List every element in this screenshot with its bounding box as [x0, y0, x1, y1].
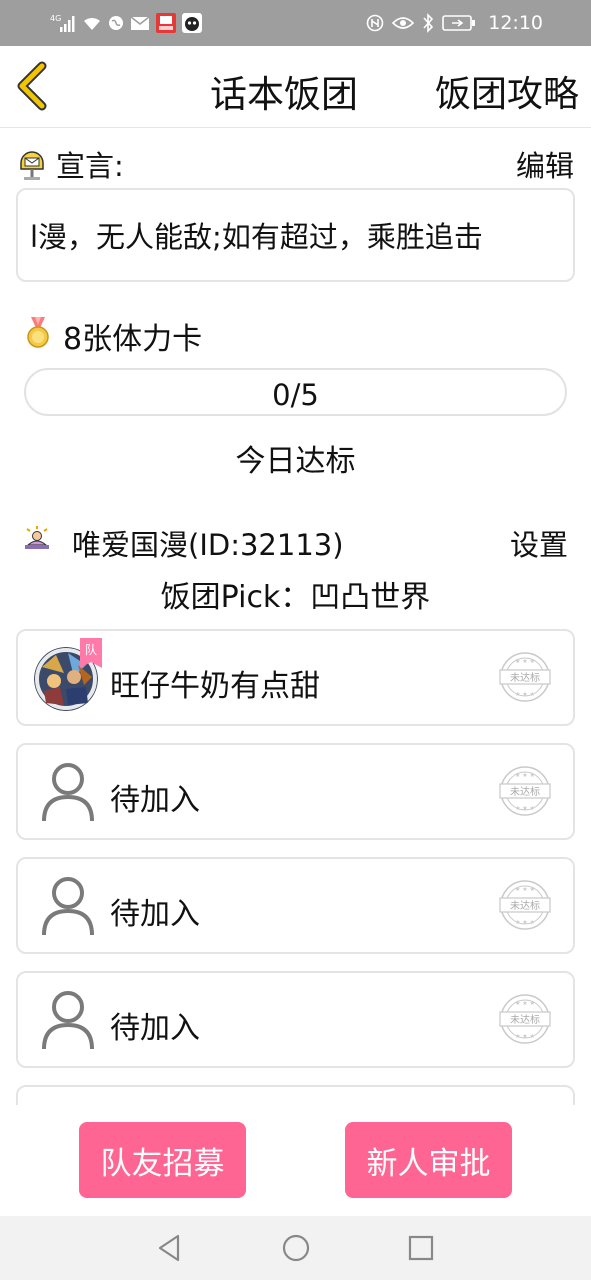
user-placeholder-icon: [40, 1103, 96, 1105]
user-placeholder-icon: [40, 875, 96, 941]
not-qualified-stamp: 未达标 ★ ★ ★ ★ ★ ★: [499, 765, 551, 821]
nfc-icon: [366, 14, 384, 32]
eye-icon: [392, 16, 415, 30]
progress-bar: 0/5: [24, 368, 567, 416]
team-icon: [22, 523, 52, 555]
globe-icon: [108, 15, 124, 31]
team-badge-text: 队: [85, 642, 97, 657]
network-label: 4G: [50, 14, 61, 23]
member-card[interactable]: [16, 1085, 575, 1105]
stamp-text: 未达标: [510, 1014, 540, 1026]
app-header: 话本饭团 饭团攻略: [0, 46, 591, 128]
member-card[interactable]: 队 旺仔牛奶有点甜 未达标 ★ ★ ★ ★ ★ ★: [16, 629, 575, 726]
user-placeholder-icon: [40, 761, 96, 827]
clock: 12:10: [488, 12, 543, 34]
mail-icon: [130, 15, 150, 31]
team-name: 唯爱国漫(ID:32113): [72, 528, 344, 562]
app-notification-icon: [156, 13, 176, 33]
member-name: 待加入: [110, 783, 200, 818]
svg-text:★ ★ ★: ★ ★ ★: [515, 1000, 535, 1007]
status-left: 4G: [50, 10, 202, 36]
mailbox-icon: [18, 147, 46, 185]
member-name: 待加入: [110, 1011, 200, 1046]
chevron-left-icon: [17, 61, 47, 111]
svg-text:★ ★ ★: ★ ★ ★: [515, 1033, 535, 1040]
stamp-text: 未达标: [510, 900, 540, 912]
wifi-icon: [82, 15, 102, 31]
nav-back-icon[interactable]: [156, 1233, 182, 1267]
settings-button[interactable]: 设置: [510, 522, 568, 564]
battery-icon: [442, 15, 476, 31]
declaration-header: 宣言: 编辑: [18, 141, 576, 183]
member-card[interactable]: 待加入 未达标 ★ ★ ★ ★ ★ ★: [16, 743, 575, 840]
not-qualified-stamp: 未达标 ★ ★ ★ ★ ★ ★: [499, 879, 551, 935]
guide-link[interactable]: 饭团攻略: [435, 65, 579, 117]
member-card[interactable]: 待加入 未达标 ★ ★ ★ ★ ★ ★: [16, 857, 575, 954]
progress-status: 今日达标: [235, 444, 356, 479]
pet-app-icon: [182, 13, 202, 33]
user-placeholder-icon: [40, 989, 96, 1055]
svg-text:★ ★ ★: ★ ★ ★: [515, 658, 535, 665]
status-bar: 4G 12:10: [0, 0, 591, 46]
reward-label: 8张体力卡: [63, 322, 203, 357]
recruit-button[interactable]: 队友招募: [79, 1122, 246, 1198]
nav-home-icon[interactable]: [282, 1233, 310, 1267]
stamp-text: 未达标: [510, 672, 540, 684]
back-button[interactable]: [14, 60, 54, 112]
svg-text:★ ★ ★: ★ ★ ★: [515, 691, 535, 698]
page-title: 话本饭团: [210, 73, 358, 116]
member-name: 旺仔牛奶有点甜: [110, 669, 320, 704]
medal-icon: [26, 315, 50, 353]
declaration-box[interactable]: l漫，无人能敌;如有超过，乘胜追击: [16, 188, 575, 282]
signal-icon: 4G: [50, 13, 76, 33]
stamp-text: 未达标: [510, 786, 540, 798]
member-name: 待加入: [110, 897, 200, 932]
system-nav-bar: [0, 1216, 591, 1280]
svg-text:★ ★ ★: ★ ★ ★: [515, 805, 535, 812]
member-card[interactable]: 待加入 未达标 ★ ★ ★ ★ ★ ★: [16, 971, 575, 1068]
declaration-text: l漫，无人能敌;如有超过，乘胜追击: [30, 220, 483, 254]
svg-text:★ ★ ★: ★ ★ ★: [515, 772, 535, 779]
svg-text:★ ★ ★: ★ ★ ★: [515, 919, 535, 926]
member-list: 队 旺仔牛奶有点甜 未达标 ★ ★ ★ ★ ★ ★ 待加入 未达标 ★ ★ ★ …: [0, 620, 591, 1105]
nav-recents-icon[interactable]: [408, 1233, 434, 1267]
svg-text:★ ★ ★: ★ ★ ★: [515, 886, 535, 893]
edit-button[interactable]: 编辑: [516, 143, 574, 185]
team-pick: 饭团Pick：凹凸世界: [160, 580, 431, 615]
approve-button[interactable]: 新人审批: [345, 1122, 512, 1198]
bluetooth-icon: [422, 13, 434, 33]
progress-text: 0/5: [272, 378, 319, 412]
declaration-label: 宣言:: [56, 149, 124, 183]
not-qualified-stamp: 未达标 ★ ★ ★ ★ ★ ★: [499, 651, 551, 707]
not-qualified-stamp: 未达标 ★ ★ ★ ★ ★ ★: [499, 993, 551, 1049]
status-right: 12:10: [366, 10, 543, 36]
team-badge: 队: [80, 638, 102, 668]
team-header: 唯爱国漫(ID:32113) 设置: [22, 519, 568, 563]
